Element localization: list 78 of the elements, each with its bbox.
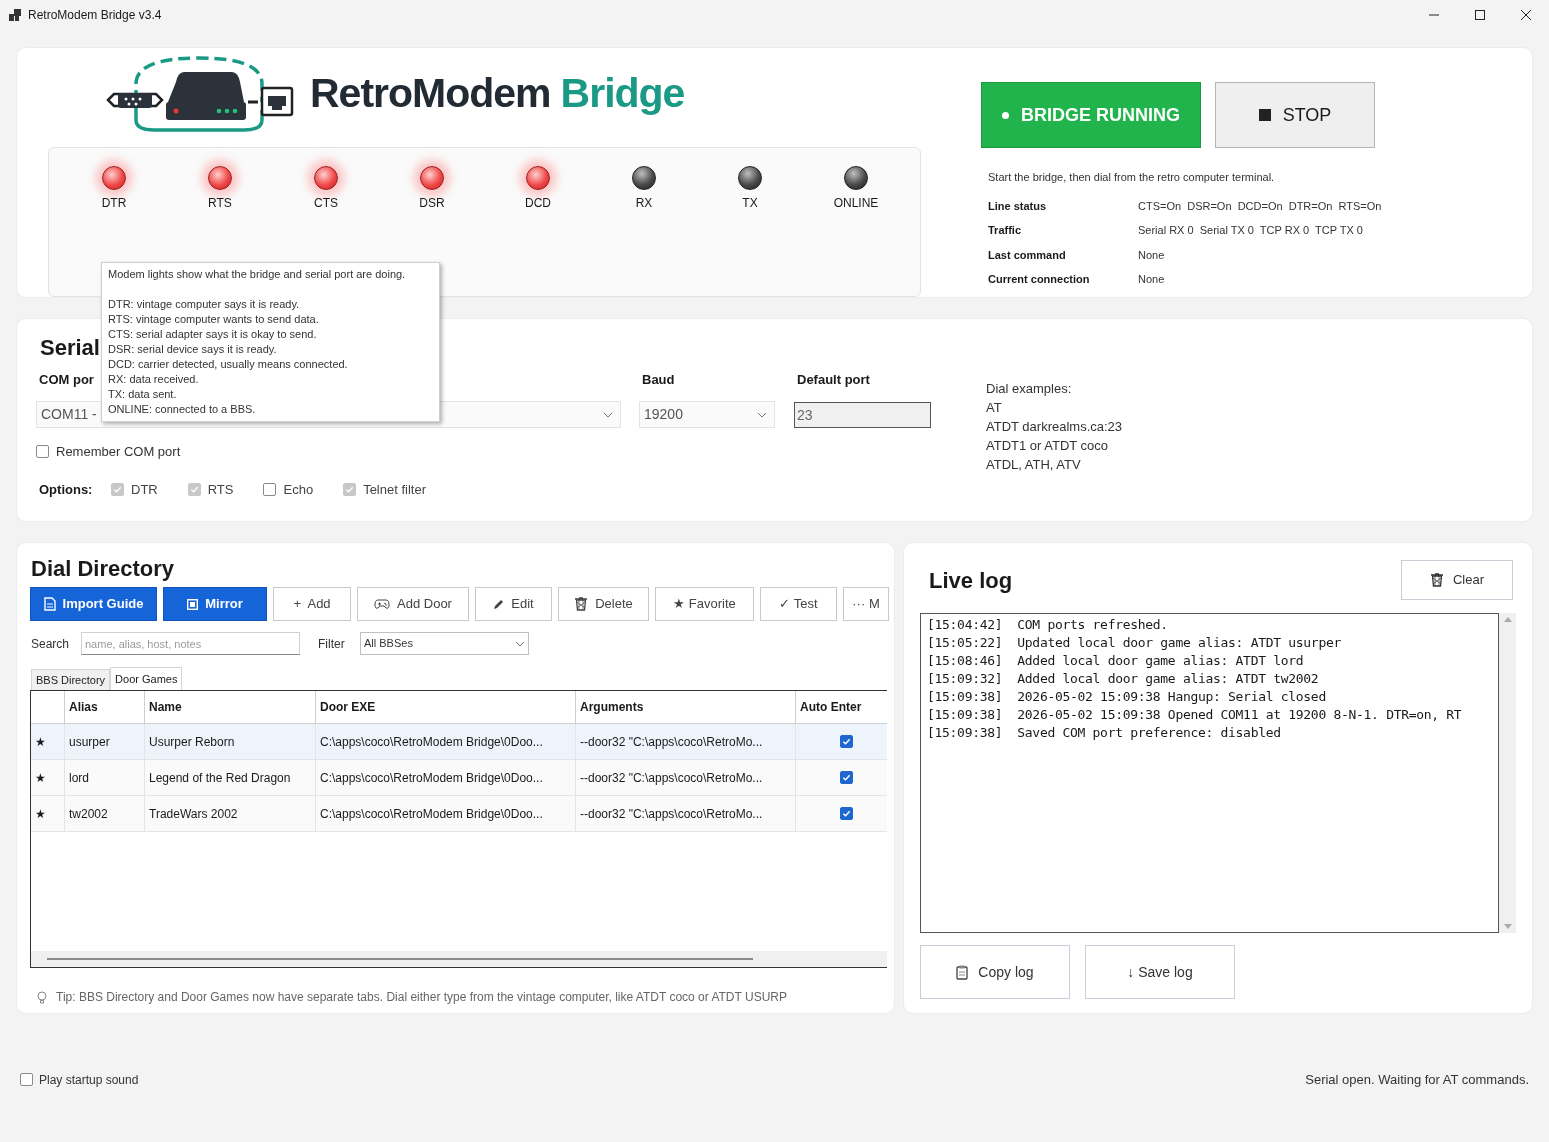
- section-heading: Serial: [40, 335, 100, 360]
- table-cell-text: Legend of the Red Dragon: [149, 769, 291, 787]
- hint-text: Start the bridge, then dial from the retro computer terminal.: [988, 170, 1276, 185]
- info-value: None: [1138, 247, 1166, 263]
- light-label: RX: [635, 194, 653, 212]
- log-line: [15:04:42] COM ports refreshed.: [927, 616, 1169, 634]
- table-cell-text: --door32 "C:\apps\coco\RetroMo...: [580, 805, 763, 823]
- checkbox-label: Telnet filter: [363, 480, 426, 499]
- tip-text: Tip: BBS Directory and Door Games now have separate tabs. Dial either type from the vintage computer, like ATDT coco or ATDT USURP: [56, 989, 787, 1006]
- tooltip-line: DCD: carrier detected, usually means connected.: [108, 357, 349, 372]
- log-line: [15:08:46] Added local door game alias: ATDT lord: [927, 652, 1305, 670]
- checkbox-label: Echo: [283, 480, 314, 499]
- checkbox-label: DTR: [131, 480, 158, 499]
- dial-example: AT: [986, 399, 1003, 417]
- table-cell-text: TradeWars 2002: [149, 805, 238, 823]
- column-header: Name: [145, 691, 316, 723]
- column-header: Alias: [65, 691, 145, 723]
- search-label: Search: [30, 635, 71, 653]
- field-label: COM por: [39, 372, 94, 387]
- log-line: [15:09:38] 2026-05-02 15:09:38 Opened COM11 at 19200 8-N-1. DTR=on, RT: [927, 706, 1463, 724]
- info-label: Traffic: [988, 223, 1022, 238]
- info-label: Current connection: [988, 272, 1091, 287]
- dial-example: ATDT darkrealms.ca:23: [986, 418, 1123, 436]
- favorite-mark-text: ★: [35, 733, 46, 751]
- dial-example: ATDT1 or ATDT coco: [986, 437, 1110, 455]
- tooltip-line: CTS: serial adapter says it is okay to send.: [108, 327, 318, 342]
- field-label: Default port: [797, 371, 870, 386]
- table-cell-text: usurper: [69, 733, 110, 751]
- info-label: Last command: [988, 247, 1067, 263]
- table-cell-text: C:\apps\coco\RetroModem Bridge\0Doo...: [320, 733, 543, 751]
- checkbox-label: Play startup sound: [39, 1071, 139, 1089]
- light-label: DCD: [525, 194, 551, 212]
- brand-suffix: Bridge: [560, 73, 685, 115]
- log-line: [15:09:38] 2026-05-02 15:09:38 Hangup: Serial closed: [927, 688, 1327, 706]
- info-value: None: [1138, 272, 1166, 287]
- favorite-mark-text: ★: [35, 805, 46, 823]
- table-cell-text: --door32 "C:\apps\coco\RetroMo...: [580, 733, 763, 751]
- info-value: Serial RX 0 Serial TX 0 TCP RX 0 TCP TX 0: [1138, 223, 1364, 238]
- tooltip-line: RX: data received.: [108, 372, 200, 387]
- light-label: CTS: [314, 194, 338, 212]
- favorite-mark-text: ★: [35, 769, 46, 787]
- status-text: Serial open. Waiting for AT commands.: [1305, 1071, 1529, 1089]
- section-heading: Live log: [928, 566, 1013, 595]
- table-cell-text: tw2002: [69, 805, 108, 823]
- window-title: RetroModem Bridge v3.4: [28, 7, 162, 24]
- light-label: DTR: [101, 194, 127, 212]
- table-cell-text: --door32 "C:\apps\coco\RetroMo...: [580, 769, 763, 787]
- light-label: RTS: [208, 194, 232, 212]
- dial-example: Dial examples:: [986, 380, 1073, 398]
- field-label: Baud: [642, 371, 676, 386]
- tooltip-line: ONLINE: connected to a BBS.: [108, 402, 257, 417]
- light-label: ONLINE: [833, 194, 879, 212]
- checkbox-label: Remember COM port: [56, 443, 181, 461]
- light-label: TX: [742, 194, 758, 212]
- table-cell-text: C:\apps\coco\RetroModem Bridge\0Doo...: [320, 769, 543, 787]
- tooltip-line: RTS: vintage computer wants to send data.: [108, 312, 320, 327]
- log-line: [15:05:22] Updated local door game alias: ATDT usurper: [927, 634, 1342, 652]
- tooltip-line: DSR: serial device says it is ready.: [108, 342, 278, 357]
- table-cell-text: Usurper Reborn: [149, 733, 235, 751]
- options-label: Options:: [38, 480, 94, 499]
- dial-example: ATDL, ATH, ATV: [986, 456, 1082, 474]
- checkbox-label: RTS: [207, 480, 234, 499]
- table-cell-text: C:\apps\coco\RetroModem Bridge\0Doo...: [320, 805, 543, 823]
- column-header: Door EXE: [316, 691, 576, 723]
- light-label: DSR: [419, 194, 445, 212]
- column-header: Arguments: [576, 691, 796, 723]
- info-label: Line status: [988, 198, 1048, 214]
- filter-label: Filter: [318, 635, 346, 653]
- log-line: [15:09:38] Saved COM port preference: disabled: [927, 724, 1282, 742]
- tooltip-line: DTR: vintage computer says it is ready.: [108, 297, 301, 312]
- table-cell-text: lord: [69, 769, 89, 787]
- tooltip-line: TX: data sent.: [108, 387, 178, 402]
- section-heading: Dial Directory: [30, 555, 176, 583]
- tooltip-title: Modem lights show what the bridge and serial port are doing.: [108, 267, 407, 282]
- column-header: Auto Enter: [796, 691, 894, 723]
- log-line: [15:09:32] Added local door game alias: ATDT tw2002: [927, 670, 1320, 688]
- brand-name: RetroModem: [310, 73, 551, 115]
- info-value: CTS=On DSR=On DCD=On DTR=On RTS=On: [1138, 198, 1382, 214]
